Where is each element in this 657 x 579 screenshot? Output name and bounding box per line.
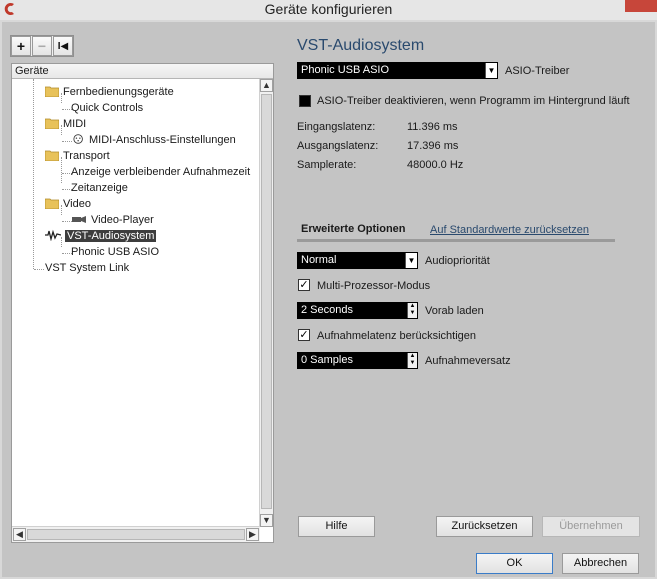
output-latency-label: Ausgangslatenz: (297, 140, 379, 152)
deactivate-driver-label: ASIO-Treiber deaktivieren, wenn Programm… (317, 95, 630, 107)
spin-down-icon[interactable]: ▼ (408, 360, 417, 367)
audio-priority-value: Normal (301, 254, 337, 266)
video-player-icon (72, 216, 86, 223)
tree-item-remaining-record-time[interactable]: Anzeige verbleibender Aufnahmezeit (71, 165, 250, 180)
chevron-down-icon: ▼ (485, 63, 497, 78)
tree-item-video-player[interactable]: Video-Player (71, 213, 154, 228)
preload-stepper[interactable]: 2 Seconds ▲ ▼ (297, 302, 418, 319)
reset-defaults-link[interactable]: Auf Standardwerte zurücksetzen (430, 224, 589, 236)
folder-icon (45, 86, 59, 97)
record-latency-label: Aufnahmelatenz berücksichtigen (317, 330, 476, 342)
record-offset-value: 0 Samples (301, 354, 353, 366)
spin-down-icon[interactable]: ▼ (408, 310, 417, 317)
multiprocessor-label: Multi-Prozessor-Modus (317, 280, 431, 292)
scroll-down-icon[interactable]: ▼ (260, 514, 273, 527)
remove-device-button[interactable]: − (32, 36, 52, 56)
apply-button[interactable]: Übernehmen (542, 516, 640, 537)
tree-item-label: MIDI (63, 118, 87, 130)
preload-label: Vorab laden (425, 305, 484, 317)
tree-item-label: VST-Audiosystem (65, 230, 157, 242)
deactivate-driver-checkbox[interactable] (299, 95, 311, 107)
tree-item-label: Fernbedienungsgeräte (63, 86, 174, 98)
scroll-left-icon[interactable]: ◀ (13, 528, 26, 541)
tree-item-label: Phonic USB ASIO (71, 246, 160, 258)
chevron-down-icon: ▼ (405, 253, 417, 268)
tree-header: Geräte (12, 64, 273, 79)
vertical-scroll-thumb[interactable] (261, 94, 272, 509)
record-latency-checkbox[interactable]: ✓ (298, 329, 310, 341)
ok-button[interactable]: OK (476, 553, 553, 574)
close-window-button[interactable] (625, 0, 657, 12)
tree-item-midi[interactable]: MIDI (45, 117, 86, 132)
spin-up-icon[interactable]: ▲ (408, 303, 417, 310)
samplerate-value: 48000.0 Hz (407, 159, 464, 171)
multiprocessor-checkbox[interactable]: ✓ (298, 279, 310, 291)
tree-item-label: Anzeige verbleibender Aufnahmezeit (71, 166, 251, 178)
folder-icon (45, 198, 59, 209)
cancel-button[interactable]: Abbrechen (562, 553, 639, 574)
tree-item-phonic-usb-asio[interactable]: Phonic USB ASIO (71, 245, 159, 260)
record-offset-stepper[interactable]: 0 Samples ▲ ▼ (297, 352, 418, 369)
tree-item-time-display[interactable]: Zeitanzeige (71, 181, 128, 196)
spin-up-icon[interactable]: ▲ (408, 353, 417, 360)
page-title: VST-Audiosystem (297, 37, 425, 54)
help-button[interactable]: Hilfe (298, 516, 375, 537)
tree-item-label: Zeitanzeige (71, 182, 128, 194)
audio-priority-select[interactable]: Normal ▼ (297, 252, 418, 269)
record-offset-label: Aufnahmeversatz (425, 355, 511, 367)
scroll-up-icon[interactable]: ▲ (260, 79, 273, 92)
tree-item-label: Quick Controls (71, 102, 144, 114)
folder-icon (45, 150, 59, 161)
tree-item-label: Video (63, 198, 91, 210)
title-bar: Geräte konfigurieren (0, 0, 657, 20)
tree-item-label: MIDI-Anschluss-Einstellungen (89, 134, 236, 146)
horizontal-scroll-thumb[interactable] (27, 529, 245, 540)
reset-button[interactable]: Zurücksetzen (436, 516, 533, 537)
tree-item-label: Video-Player (91, 214, 154, 226)
tree-item-vst-audio-system[interactable]: VST-Audiosystem (45, 229, 157, 244)
input-latency-value: 11.396 ms (407, 121, 458, 133)
asio-driver-label: ASIO-Treiber (505, 65, 570, 77)
reset-device-button[interactable]: I◀ (53, 36, 73, 56)
device-tree: Geräte Fernbedienungsgeräte Quick Contro… (11, 63, 274, 543)
tree-item-quick-controls[interactable]: Quick Controls (71, 101, 143, 116)
input-latency-label: Eingangslatenz: (297, 121, 376, 133)
window-title: Geräte konfigurieren (264, 1, 393, 17)
tree-item-label: Transport (63, 150, 110, 162)
tree-item-video[interactable]: Video (45, 197, 91, 212)
samplerate-label: Samplerate: (297, 159, 357, 171)
add-device-button[interactable]: + (11, 36, 31, 56)
asio-driver-value: Phonic USB ASIO (301, 64, 390, 76)
preload-value: 2 Seconds (301, 304, 353, 316)
tree-horizontal-scrollbar[interactable]: ◀ ▶ (12, 526, 260, 542)
midi-port-icon (73, 134, 83, 144)
folder-icon (45, 118, 59, 129)
tree-item-transport[interactable]: Transport (45, 149, 110, 164)
scroll-right-icon[interactable]: ▶ (246, 528, 259, 541)
tab-advanced-options[interactable]: Erweiterte Optionen (301, 223, 406, 235)
tree-item-vst-system-link[interactable]: VST System Link (45, 261, 129, 276)
tree-item-midi-port-settings[interactable]: MIDI-Anschluss-Einstellungen (73, 133, 236, 148)
audio-priority-label: Audiopriorität (425, 255, 490, 267)
tree-item-label: VST System Link (45, 262, 130, 274)
tree-item-remote-devices[interactable]: Fernbedienungsgeräte (45, 85, 174, 100)
audio-wave-icon (45, 229, 61, 241)
tree-body: Fernbedienungsgeräte Quick Controls MIDI… (12, 79, 260, 527)
tab-divider (297, 239, 615, 242)
tree-vertical-scrollbar[interactable]: ▲ ▼ (259, 79, 273, 527)
asio-driver-select[interactable]: Phonic USB ASIO ▼ (297, 62, 498, 79)
output-latency-value: 17.396 ms (407, 140, 459, 152)
